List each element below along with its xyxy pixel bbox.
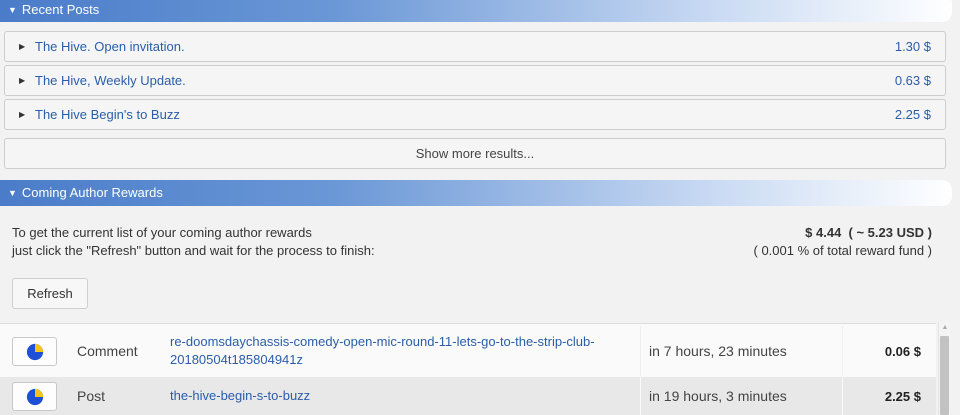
refresh-button[interactable]: Refresh xyxy=(12,278,88,309)
instructions-line-1: To get the current list of your coming a… xyxy=(12,225,312,240)
reward-time: in 7 hours, 23 minutes xyxy=(649,343,787,359)
reward-post-link[interactable]: the-hive-begin-s-to-buzz xyxy=(170,387,620,405)
column-divider xyxy=(640,377,641,415)
rewards-summary: $ 4.44 ( ~ 5.23 USD ) ( 0.001 % of total… xyxy=(754,224,932,260)
caret-right-icon: ▶ xyxy=(19,42,26,51)
recent-posts-header[interactable]: ▼ Recent Posts xyxy=(0,0,952,22)
reward-amount: 2.25 $ xyxy=(884,388,921,404)
table-scrollbar[interactable]: ▲ xyxy=(938,322,950,415)
column-divider xyxy=(842,377,843,415)
caret-down-icon: ▼ xyxy=(8,188,17,198)
pie-chart-button[interactable] xyxy=(12,337,57,366)
reward-type: Comment xyxy=(77,343,138,359)
caret-right-icon: ▶ xyxy=(19,76,26,85)
reward-fund-share: ( 0.001 % of total reward fund ) xyxy=(753,243,932,258)
show-more-button[interactable]: Show more results... xyxy=(4,138,946,169)
table-row: Comment re-doomsdaychassis-comedy-open-m… xyxy=(0,326,936,376)
rewards-total: $ 4.44 ( ~ 5.23 USD ) xyxy=(805,225,932,240)
pie-chart-icon xyxy=(26,343,43,360)
post-amount: 2.25 $ xyxy=(894,107,931,122)
caret-right-icon: ▶ xyxy=(19,110,26,119)
post-amount: 0.63 $ xyxy=(894,73,931,88)
post-title-link[interactable]: The Hive Begin's to Buzz xyxy=(35,107,895,122)
post-title-link[interactable]: The Hive, Weekly Update. xyxy=(35,73,895,88)
instructions-line-2: just click the "Refresh" button and wait… xyxy=(12,243,375,258)
pie-chart-button[interactable] xyxy=(12,382,57,411)
recent-post-row[interactable]: ▶ The Hive. Open invitation. 1.30 $ xyxy=(4,31,946,62)
author-rewards-header[interactable]: ▼ Coming Author Rewards xyxy=(0,180,952,206)
recent-posts-title: Recent Posts xyxy=(21,2,100,17)
author-rewards-title: Coming Author Rewards xyxy=(21,185,163,200)
post-title-link[interactable]: The Hive. Open invitation. xyxy=(35,39,895,54)
caret-down-icon: ▼ xyxy=(8,5,17,15)
recent-post-row[interactable]: ▶ The Hive, Weekly Update. 0.63 $ xyxy=(4,65,946,96)
post-amount: 1.30 $ xyxy=(894,39,931,54)
column-divider xyxy=(842,326,843,376)
scrollbar-thumb[interactable] xyxy=(940,336,949,415)
scroll-up-arrow-icon[interactable]: ▲ xyxy=(939,324,951,331)
rewards-instructions: To get the current list of your coming a… xyxy=(12,224,375,260)
column-divider xyxy=(640,326,641,376)
reward-type: Post xyxy=(77,388,106,404)
reward-time: in 19 hours, 3 minutes xyxy=(649,388,787,404)
pie-chart-icon xyxy=(26,388,43,405)
reward-amount: 0.06 $ xyxy=(884,343,921,359)
recent-post-row[interactable]: ▶ The Hive Begin's to Buzz 2.25 $ xyxy=(4,99,946,130)
table-row: Post the-hive-begin-s-to-buzz in 19 hour… xyxy=(0,377,936,415)
reward-post-link[interactable]: re-doomsdaychassis-comedy-open-mic-round… xyxy=(170,333,620,369)
